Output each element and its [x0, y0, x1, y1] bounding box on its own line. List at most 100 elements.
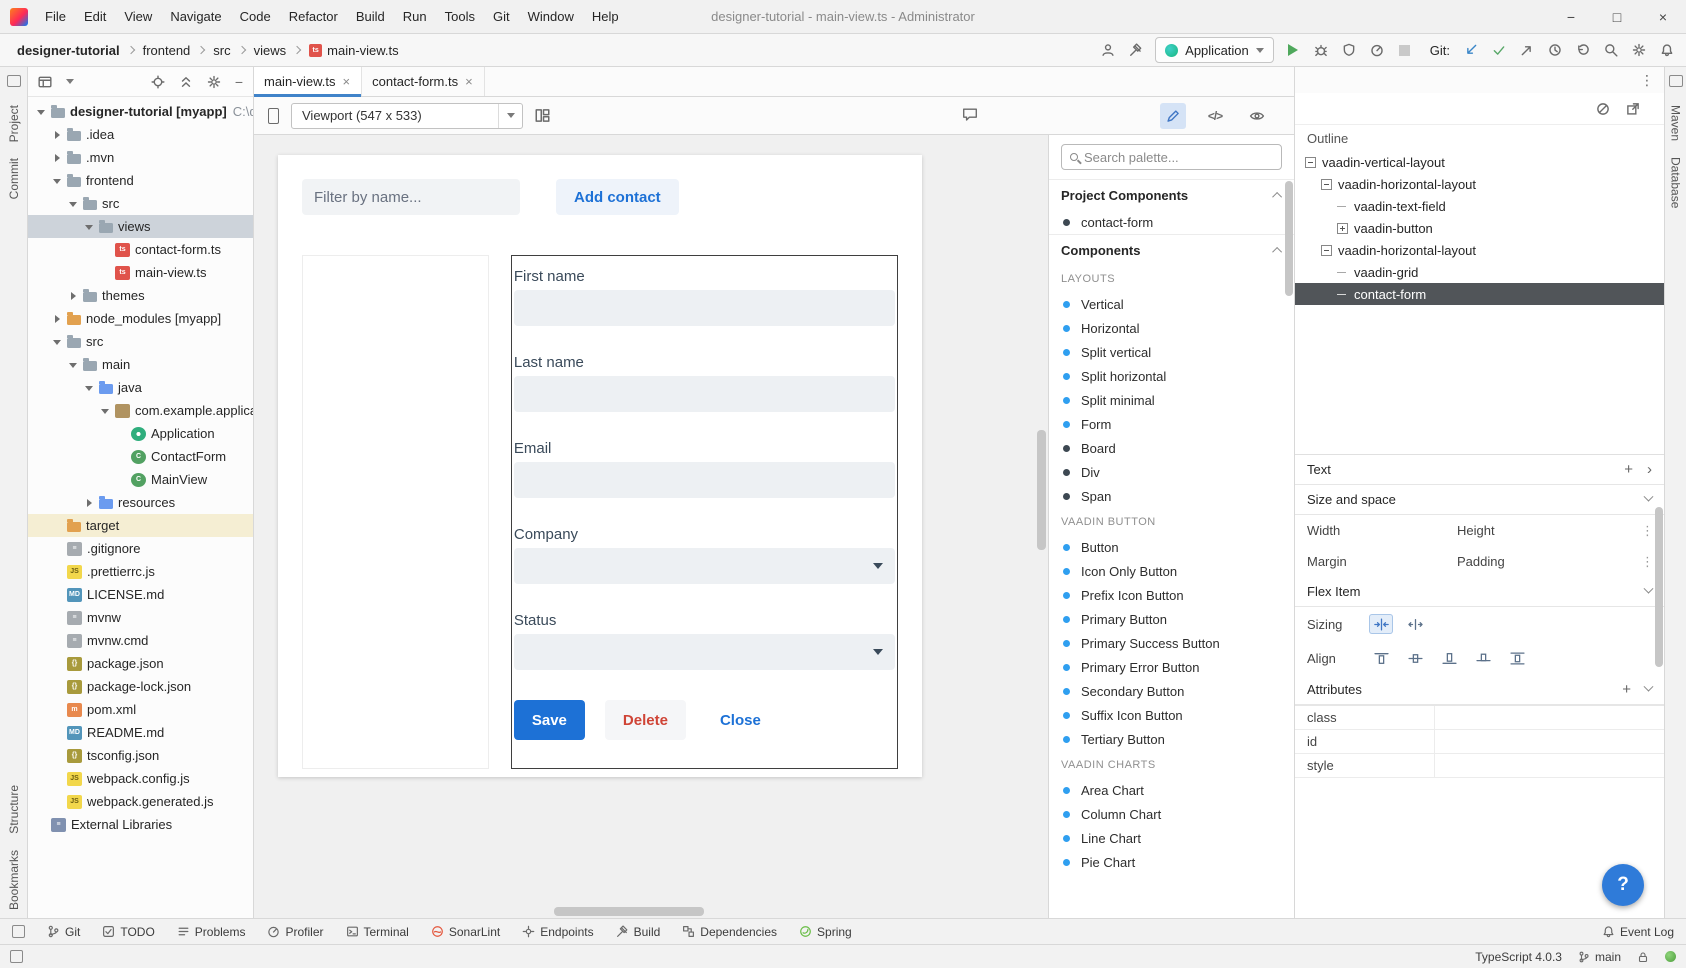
tree-chevron-icon[interactable] [50, 795, 65, 809]
palette-row[interactable]: Vertical [1049, 292, 1294, 316]
project-tree-item[interactable]: src [28, 192, 253, 215]
project-tree-item[interactable]: Application [28, 422, 253, 445]
tree-chevron-icon[interactable] [66, 289, 81, 303]
palette-row[interactable]: Prefix Icon Button [1049, 583, 1294, 607]
contacts-grid[interactable] [302, 255, 489, 769]
menu-item[interactable]: View [115, 0, 161, 33]
outline-node-icon[interactable] [1321, 245, 1332, 256]
menu-item[interactable]: Window [519, 0, 583, 33]
project-tree-item[interactable]: LICENSE.md [28, 583, 253, 606]
debug-button[interactable] [1312, 41, 1330, 59]
form-field-input[interactable] [514, 376, 895, 412]
outline-tree-item[interactable]: vaadin-horizontal-layout [1295, 239, 1664, 261]
toolwindow-dependencies[interactable]: Dependencies [682, 925, 777, 939]
width-field[interactable]: Width [1307, 523, 1457, 538]
menu-item[interactable]: Run [394, 0, 436, 33]
tree-chevron-icon[interactable] [50, 611, 65, 625]
tree-chevron-icon[interactable] [82, 496, 97, 510]
project-tree-item[interactable]: .gitignore [28, 537, 253, 560]
toolwindow-todo[interactable]: TODO [102, 925, 154, 939]
project-tree-item[interactable]: resources [28, 491, 253, 514]
form-field-input[interactable] [514, 462, 895, 498]
text-section-header[interactable]: Text + › [1295, 455, 1664, 485]
project-tree-item[interactable]: .prettierrc.js [28, 560, 253, 583]
feedback-comment-icon[interactable] [962, 107, 978, 125]
tree-chevron-icon[interactable] [50, 174, 65, 188]
chevron-down-icon[interactable] [66, 79, 74, 84]
menu-item[interactable]: Refactor [280, 0, 347, 33]
size-space-section-header[interactable]: Size and space [1295, 485, 1664, 515]
profiler-button[interactable] [1368, 41, 1386, 59]
toolwindow-sonarlint[interactable]: SonarLint [431, 925, 500, 939]
outline-node-icon[interactable] [1337, 223, 1348, 234]
palette-row[interactable]: Area Chart [1049, 778, 1294, 802]
add-contact-button[interactable]: Add contact [556, 179, 679, 215]
palette-row[interactable]: Board [1049, 436, 1294, 460]
attributes-section-header[interactable]: Attributes + [1295, 675, 1664, 705]
tree-chevron-icon[interactable] [98, 243, 113, 257]
project-tree-item[interactable]: pom.xml [28, 698, 253, 721]
tree-chevron-icon[interactable] [50, 335, 65, 349]
designer-canvas[interactable]: Filter by name... Add contact First name [254, 135, 1048, 918]
write-access-lock-icon[interactable] [1637, 951, 1649, 963]
close-form-button[interactable]: Close [702, 700, 779, 740]
breadcrumb-item[interactable]: designer-tutorial [14, 43, 123, 58]
collapse-caret-icon[interactable] [1272, 191, 1282, 201]
palette-row[interactable]: VAADIN BUTTON [1049, 508, 1294, 535]
search-everywhere-icon[interactable] [1602, 41, 1620, 59]
menu-item[interactable]: Navigate [161, 0, 230, 33]
editor-tab[interactable]: contact-form.ts × [362, 67, 485, 96]
outline-node-icon[interactable] [1337, 206, 1346, 207]
delete-button[interactable]: Delete [605, 700, 686, 740]
filter-by-name-input[interactable]: Filter by name... [302, 179, 520, 215]
palette-row[interactable]: Suffix Icon Button [1049, 703, 1294, 727]
palette-row[interactable]: Icon Only Button [1049, 559, 1294, 583]
tree-chevron-icon[interactable] [50, 657, 65, 671]
project-tree-item[interactable]: External Libraries [28, 813, 253, 836]
palette-row[interactable]: Split minimal [1049, 388, 1294, 412]
outline-node-icon[interactable] [1321, 179, 1332, 190]
code-view-icon[interactable]: </> [1202, 103, 1228, 129]
project-tree-item[interactable]: .mvn [28, 146, 253, 169]
project-tree-item[interactable]: MainView [28, 468, 253, 491]
tree-chevron-icon[interactable] [50, 312, 65, 326]
contrast-circle-icon[interactable] [1596, 102, 1610, 116]
tree-chevron-icon[interactable] [50, 542, 65, 556]
user-icon[interactable] [1099, 41, 1117, 59]
vertical-scrollbar[interactable] [1037, 430, 1046, 550]
project-tree-item[interactable]: main-view.ts [28, 261, 253, 284]
form-field-input[interactable] [514, 548, 895, 584]
palette-scrollbar[interactable] [1285, 181, 1293, 296]
menu-item[interactable]: File [36, 0, 75, 33]
tree-chevron-icon[interactable] [50, 519, 65, 533]
panel-options-kebab-icon[interactable]: ⋮ [1640, 72, 1654, 89]
palette-row[interactable]: Button [1049, 535, 1294, 559]
stop-button[interactable] [1396, 41, 1414, 59]
project-tree-item[interactable]: designer-tutorial [myapp] C:\dev\ [28, 100, 253, 123]
project-tree-item[interactable]: README.md [28, 721, 253, 744]
toolwindow-tab[interactable]: Structure [7, 777, 21, 842]
typescript-version[interactable]: TypeScript 4.0.3 [1475, 950, 1562, 964]
add-icon[interactable]: + [1624, 461, 1633, 478]
project-tree-item[interactable]: mvnw.cmd [28, 629, 253, 652]
toolwindow-icon[interactable] [1669, 75, 1683, 87]
tree-chevron-icon[interactable] [50, 703, 65, 717]
project-tree-item[interactable]: .idea [28, 123, 253, 146]
palette-row[interactable]: VAADIN CHARTS [1049, 751, 1294, 778]
device-frame-icon[interactable] [268, 108, 279, 124]
collapse-all-icon[interactable] [179, 75, 193, 89]
editor-tab[interactable]: main-view.ts × [254, 67, 362, 96]
sizing-grow-icon[interactable] [1403, 614, 1427, 634]
outline-tree-item[interactable]: vaadin-grid [1295, 261, 1664, 283]
project-view-icon[interactable] [38, 75, 52, 89]
minimize-button[interactable]: − [1548, 0, 1594, 33]
toolwindow-git[interactable]: Git [47, 925, 80, 939]
menu-item[interactable]: Help [583, 0, 628, 33]
align-center-icon[interactable] [1403, 648, 1427, 668]
tree-chevron-icon[interactable] [50, 634, 65, 648]
history-icon[interactable] [1546, 41, 1564, 59]
toolwindow-endpoints[interactable]: Endpoints [522, 925, 593, 939]
save-button[interactable]: Save [514, 700, 585, 740]
tree-chevron-icon[interactable] [66, 197, 81, 211]
close-button[interactable]: × [1640, 0, 1686, 33]
